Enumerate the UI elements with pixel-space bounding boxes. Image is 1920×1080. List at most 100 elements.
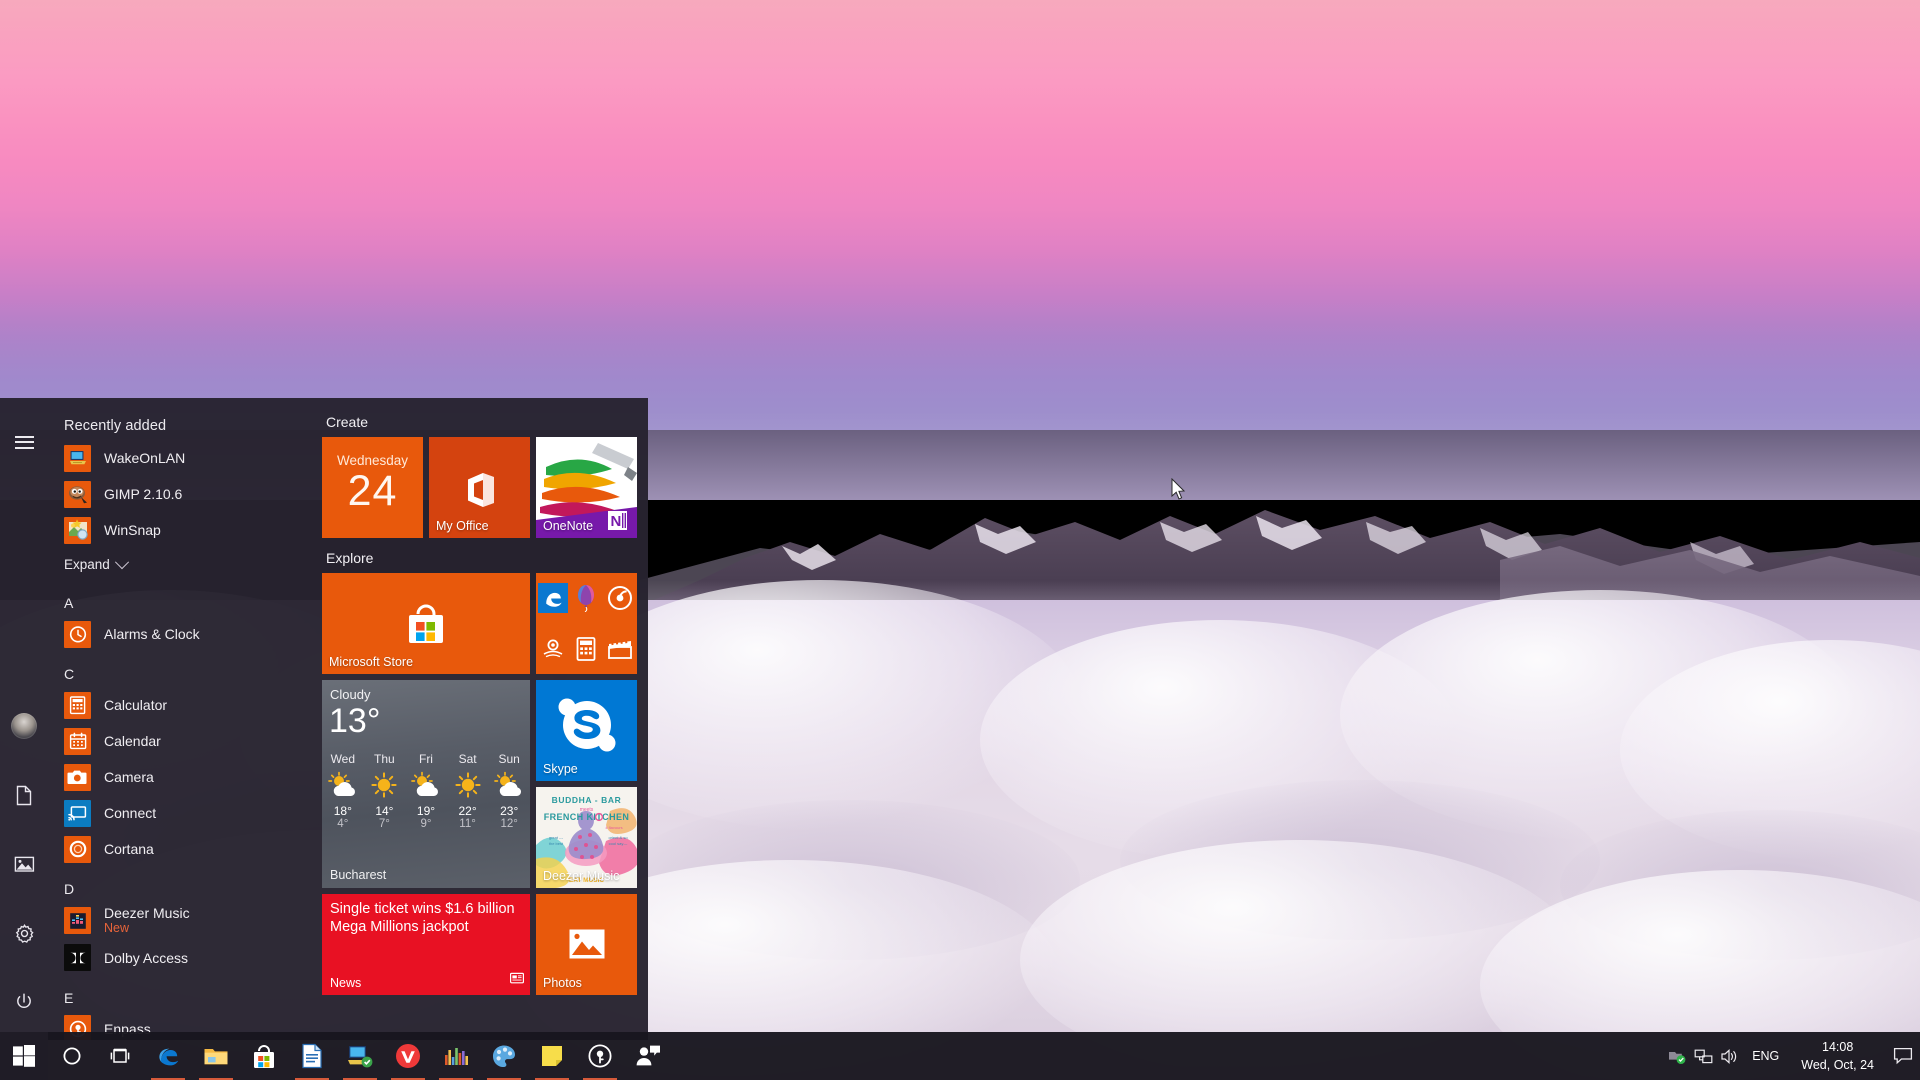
app-item-wakeonlan[interactable]: WakeOnLAN xyxy=(48,440,312,476)
forecast-day: Sat 22° 11° xyxy=(447,752,489,830)
power-icon[interactable] xyxy=(0,980,48,1024)
vivaldi-button[interactable] xyxy=(384,1032,432,1080)
start-button[interactable] xyxy=(0,1032,48,1080)
partly-cloudy-icon xyxy=(405,770,447,800)
groove-music-icon[interactable] xyxy=(603,573,637,624)
news-tile[interactable]: Single ticket wins $1.6 billion Mega Mil… xyxy=(322,894,530,995)
people-button[interactable] xyxy=(624,1032,672,1080)
app-item-cortana[interactable]: Cortana xyxy=(48,831,312,867)
tile-label: My Office xyxy=(436,519,489,533)
word-button[interactable] xyxy=(288,1032,336,1080)
app-item-winsnap[interactable]: WinSnap xyxy=(48,512,312,548)
wakeonlan-icon xyxy=(64,444,91,472)
app-label: Deezer Music xyxy=(104,905,190,921)
expand-button[interactable]: Expand xyxy=(48,548,312,581)
app-item-deezer-music[interactable]: Deezer Music New xyxy=(48,902,312,940)
tile-group-create: Create Wednesday 24 My Office N OneNote xyxy=(322,414,648,538)
app-new-badge: New xyxy=(104,921,130,936)
alpha-header-e[interactable]: E xyxy=(48,976,312,1011)
sticky-notes-button[interactable] xyxy=(528,1032,576,1080)
paint-button[interactable] xyxy=(480,1032,528,1080)
forecast-high: 14° xyxy=(375,804,394,818)
tile-group-title[interactable]: Explore xyxy=(326,550,648,566)
sunny-icon xyxy=(447,770,489,800)
equalizer-button[interactable] xyxy=(432,1032,480,1080)
3d-viewer-icon[interactable] xyxy=(536,624,570,675)
app-item-calendar[interactable]: Calendar xyxy=(48,723,312,759)
system-tray[interactable]: ENG 14:08 Wed, Oct, 24 xyxy=(1664,1032,1920,1080)
forecast-low: 11° xyxy=(459,818,476,830)
app-list[interactable]: Recently added WakeOnLAN GIMP 2.10.6 Win… xyxy=(48,398,312,1040)
microsoft-store-button[interactable] xyxy=(240,1032,288,1080)
photos-tile[interactable]: Photos xyxy=(536,894,637,995)
svg-text:N: N xyxy=(611,513,622,530)
sunny-icon xyxy=(364,770,406,800)
my-office-tile[interactable]: My Office xyxy=(429,437,530,538)
edge-icon[interactable] xyxy=(536,573,570,624)
app-item-gimp[interactable]: GIMP 2.10.6 xyxy=(48,476,312,512)
balloon-icon[interactable] xyxy=(570,573,604,624)
camera-icon xyxy=(64,763,91,791)
volume-icon[interactable] xyxy=(1716,1032,1742,1080)
app-label: WinSnap xyxy=(104,521,161,538)
deezer-music-tile[interactable]: BUDDHA - BAR meets FRENCH KITCHEN 4 flav… xyxy=(536,787,637,888)
forecast-day: Fri 19° 9° xyxy=(405,752,447,830)
svg-text:great ---: great --- xyxy=(549,835,564,840)
start-menu-rail xyxy=(0,398,48,1040)
user-account-icon[interactable] xyxy=(0,704,48,748)
tile-area[interactable]: Create Wednesday 24 My Office N OneNote … xyxy=(312,398,648,1040)
clock-time: 14:08 xyxy=(1822,1039,1854,1054)
recently-added-title: Recently added xyxy=(64,418,167,434)
app-item-alarms-clock[interactable]: Alarms & Clock xyxy=(48,616,312,652)
expand-label: Expand xyxy=(64,557,110,572)
start-menu[interactable]: Recently added WakeOnLAN GIMP 2.10.6 Win… xyxy=(0,398,648,1040)
wakeonlan-button[interactable] xyxy=(336,1032,384,1080)
app-item-connect[interactable]: Connect xyxy=(48,795,312,831)
taskbar[interactable]: ENG 14:08 Wed, Oct, 24 xyxy=(0,1032,1920,1080)
dolby-icon xyxy=(64,944,91,972)
cortana-icon xyxy=(64,835,91,863)
weather-city: Bucharest xyxy=(330,868,387,882)
onedrive-sync-icon[interactable] xyxy=(1664,1032,1690,1080)
language-indicator[interactable]: ENG xyxy=(1742,1032,1789,1080)
microsoft-store-tile[interactable]: Microsoft Store xyxy=(322,573,530,674)
weather-forecast: Wed 18° 4° Thu 14° 7° Fri 19° 9° Sat 22°… xyxy=(322,752,530,830)
cortana-search-button[interactable] xyxy=(48,1032,96,1080)
app-item-dolby-access[interactable]: Dolby Access xyxy=(48,940,312,976)
task-view-button[interactable] xyxy=(96,1032,144,1080)
app-folder-tile[interactable] xyxy=(536,573,637,674)
calendar-tile[interactable]: Wednesday 24 xyxy=(322,437,423,538)
app-item-camera[interactable]: Camera xyxy=(48,759,312,795)
connect-icon xyxy=(64,799,91,827)
file-explorer-button[interactable] xyxy=(192,1032,240,1080)
gimp-icon xyxy=(64,480,91,508)
clock[interactable]: 14:08 Wed, Oct, 24 xyxy=(1789,1032,1886,1080)
action-center-button[interactable] xyxy=(1886,1032,1920,1080)
calendar-date-number: 24 xyxy=(347,467,398,515)
skype-tile[interactable]: Skype xyxy=(536,680,637,781)
enpass-button[interactable] xyxy=(576,1032,624,1080)
app-item-calculator[interactable]: Calculator xyxy=(48,687,312,723)
forecast-high: 18° xyxy=(333,804,352,818)
tile-label: OneNote xyxy=(543,519,594,533)
forecast-dow: Wed xyxy=(330,752,356,766)
forecast-dow: Sat xyxy=(458,752,477,766)
calculator-icon[interactable] xyxy=(570,624,604,675)
weather-tile[interactable]: Cloudy 13° Wed 18° 4° Thu 14° 7° Fri 19°… xyxy=(322,680,530,888)
alpha-header-c[interactable]: C xyxy=(48,652,312,687)
movies-tv-icon[interactable] xyxy=(603,624,637,675)
onenote-tile[interactable]: N OneNote xyxy=(536,437,637,538)
svg-text:cool say---: cool say--- xyxy=(609,841,628,846)
edge-button[interactable] xyxy=(144,1032,192,1080)
chevron-down-icon xyxy=(114,554,129,569)
hamburger-menu-icon[interactable] xyxy=(0,420,48,464)
pictures-icon[interactable] xyxy=(0,842,48,886)
documents-icon[interactable] xyxy=(0,773,48,817)
settings-gear-icon[interactable] xyxy=(0,911,48,955)
alpha-header-a[interactable]: A xyxy=(48,581,312,616)
network-icon[interactable] xyxy=(1690,1032,1716,1080)
app-label: Calculator xyxy=(104,696,168,713)
forecast-high: 19° xyxy=(416,804,436,818)
tile-group-title[interactable]: Create xyxy=(326,414,648,430)
alpha-header-d[interactable]: D xyxy=(48,867,312,902)
